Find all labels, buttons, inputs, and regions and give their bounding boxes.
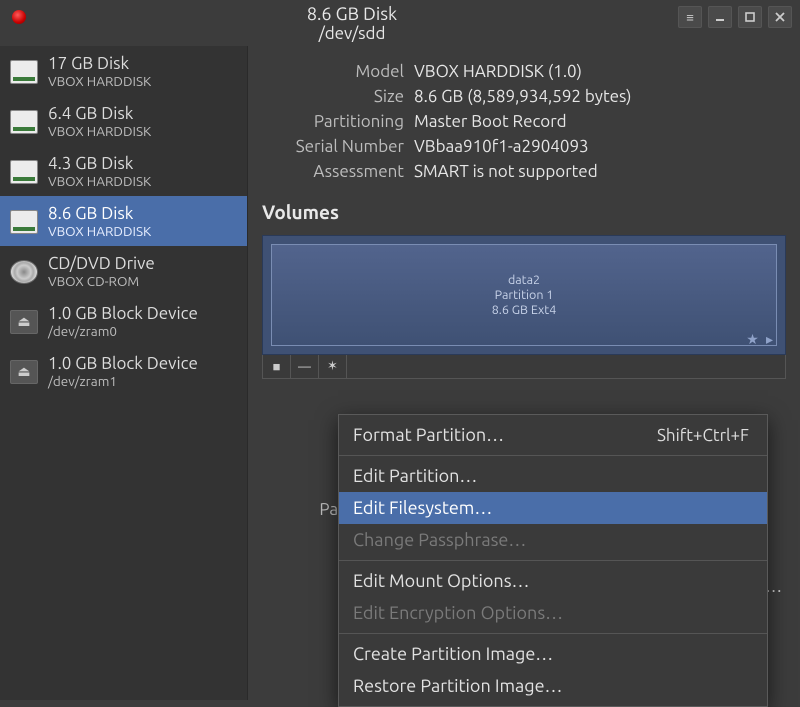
hdd-icon bbox=[10, 60, 38, 84]
close-button[interactable] bbox=[768, 6, 792, 28]
vol-label: Partition 1 bbox=[495, 288, 554, 302]
window-title: 8.6 GB Disk /dev/sdd bbox=[26, 0, 678, 43]
device-title: 1.0 GB Block Device bbox=[48, 304, 198, 323]
device-sub: VBOX HARDDISK bbox=[48, 73, 151, 89]
window-buttons: ≡ bbox=[678, 6, 792, 28]
hdd-icon bbox=[10, 110, 38, 134]
maximize-button[interactable] bbox=[738, 6, 762, 28]
device-item-2[interactable]: 4.3 GB Disk VBOX HARDDISK bbox=[0, 146, 247, 196]
menu-separator bbox=[339, 633, 767, 634]
device-title: 1.0 GB Block Device bbox=[48, 354, 198, 373]
device-item-6[interactable]: 1.0 GB Block Device /dev/zram1 bbox=[0, 346, 247, 396]
menu-separator bbox=[339, 455, 767, 456]
label-assessment: Assessment bbox=[262, 162, 404, 181]
value-size: 8.6 GB (8,589,934,592 bytes) bbox=[414, 87, 786, 106]
toolbar-spacer bbox=[347, 355, 785, 378]
menu-label: Edit Partition… bbox=[353, 466, 477, 486]
value-assessment: SMART is not supported bbox=[414, 162, 786, 181]
device-title: 6.4 GB Disk bbox=[48, 104, 151, 123]
value-model: VBOX HARDDISK (1.0) bbox=[414, 62, 786, 81]
device-title: 8.6 GB Disk bbox=[48, 204, 151, 223]
menu-edit-encryption-options: Edit Encryption Options… bbox=[339, 597, 767, 629]
label-size: Size bbox=[262, 87, 404, 106]
label-model: Model bbox=[262, 62, 404, 81]
menu-format-partition[interactable]: Format Partition… Shift+Ctrl+F bbox=[339, 419, 767, 451]
minus-button[interactable]: — bbox=[291, 355, 319, 378]
device-sidebar: 17 GB Disk VBOX HARDDISK 6.4 GB Disk VBO… bbox=[0, 46, 248, 700]
device-title: 4.3 GB Disk bbox=[48, 154, 151, 173]
menu-label: Restore Partition Image… bbox=[353, 676, 562, 696]
volume-map[interactable]: data2 Partition 1 8.6 GB Ext4 ★ ▸ bbox=[262, 235, 786, 355]
device-sub: /dev/zram0 bbox=[48, 323, 198, 339]
device-item-1[interactable]: 6.4 GB Disk VBOX HARDDISK bbox=[0, 96, 247, 146]
menu-label: Change Passphrase… bbox=[353, 530, 526, 550]
label-partitioning: Partitioning bbox=[262, 112, 404, 131]
eject-icon bbox=[10, 310, 38, 334]
volume-partition[interactable]: data2 Partition 1 8.6 GB Ext4 bbox=[271, 244, 777, 346]
volume-toolbar: ■ — ✶ bbox=[262, 355, 786, 379]
menu-label: Edit Filesystem… bbox=[353, 498, 492, 518]
label-serial: Serial Number bbox=[262, 137, 404, 156]
device-sub: VBOX CD-ROM bbox=[48, 273, 155, 289]
hdd-icon bbox=[10, 160, 38, 184]
vol-name: data2 bbox=[508, 273, 540, 287]
volumes-title: Volumes bbox=[262, 201, 786, 223]
device-title: CD/DVD Drive bbox=[48, 254, 155, 273]
value-partitioning: Master Boot Record bbox=[414, 112, 786, 131]
menu-separator bbox=[339, 560, 767, 561]
gear-button[interactable]: ✶ bbox=[319, 355, 347, 378]
menu-label: Edit Mount Options… bbox=[353, 571, 529, 591]
context-menu: Format Partition… Shift+Ctrl+F Edit Part… bbox=[338, 414, 768, 707]
device-sub: /dev/zram1 bbox=[48, 373, 198, 389]
device-item-5[interactable]: 1.0 GB Block Device /dev/zram0 bbox=[0, 296, 247, 346]
device-sub: VBOX HARDDISK bbox=[48, 223, 151, 239]
minimize-button[interactable] bbox=[708, 6, 732, 28]
device-item-0[interactable]: 17 GB Disk VBOX HARDDISK bbox=[0, 46, 247, 96]
device-item-3[interactable]: 8.6 GB Disk VBOX HARDDISK bbox=[0, 196, 247, 246]
device-sub: VBOX HARDDISK bbox=[48, 173, 151, 189]
menu-accel: Shift+Ctrl+F bbox=[657, 426, 749, 445]
device-title: 17 GB Disk bbox=[48, 54, 151, 73]
menu-label: Format Partition… bbox=[353, 425, 504, 445]
menu-restore-partition-image[interactable]: Restore Partition Image… bbox=[339, 670, 767, 702]
app-menu-button[interactable]: ≡ bbox=[678, 6, 702, 28]
menu-label: Create Partition Image… bbox=[353, 644, 553, 664]
device-item-4[interactable]: CD/DVD Drive VBOX CD-ROM bbox=[0, 246, 247, 296]
menu-label: Edit Encryption Options… bbox=[353, 603, 563, 623]
vol-desc: 8.6 GB Ext4 bbox=[492, 303, 557, 317]
eject-icon bbox=[10, 360, 38, 384]
menu-edit-partition[interactable]: Edit Partition… bbox=[339, 460, 767, 492]
title-disk: 8.6 GB Disk bbox=[26, 4, 678, 24]
title-path: /dev/sdd bbox=[26, 24, 678, 43]
details-grid: Model VBOX HARDDISK (1.0) Size 8.6 GB (8… bbox=[262, 62, 786, 181]
menu-edit-filesystem[interactable]: Edit Filesystem… bbox=[339, 492, 767, 524]
device-sub: VBOX HARDDISK bbox=[48, 123, 151, 139]
titlebar: 8.6 GB Disk /dev/sdd ≡ bbox=[0, 0, 800, 46]
stop-button[interactable]: ■ bbox=[263, 355, 291, 378]
menu-edit-mount-options[interactable]: Edit Mount Options… bbox=[339, 565, 767, 597]
hdd-icon bbox=[10, 210, 38, 234]
record-icon bbox=[12, 10, 26, 24]
cd-icon bbox=[10, 260, 38, 284]
volume-nav-icons[interactable]: ★ ▸ bbox=[746, 331, 775, 348]
value-serial: VBbaa910f1-a2904093 bbox=[414, 137, 786, 156]
menu-create-partition-image[interactable]: Create Partition Image… bbox=[339, 638, 767, 670]
menu-change-passphrase: Change Passphrase… bbox=[339, 524, 767, 556]
